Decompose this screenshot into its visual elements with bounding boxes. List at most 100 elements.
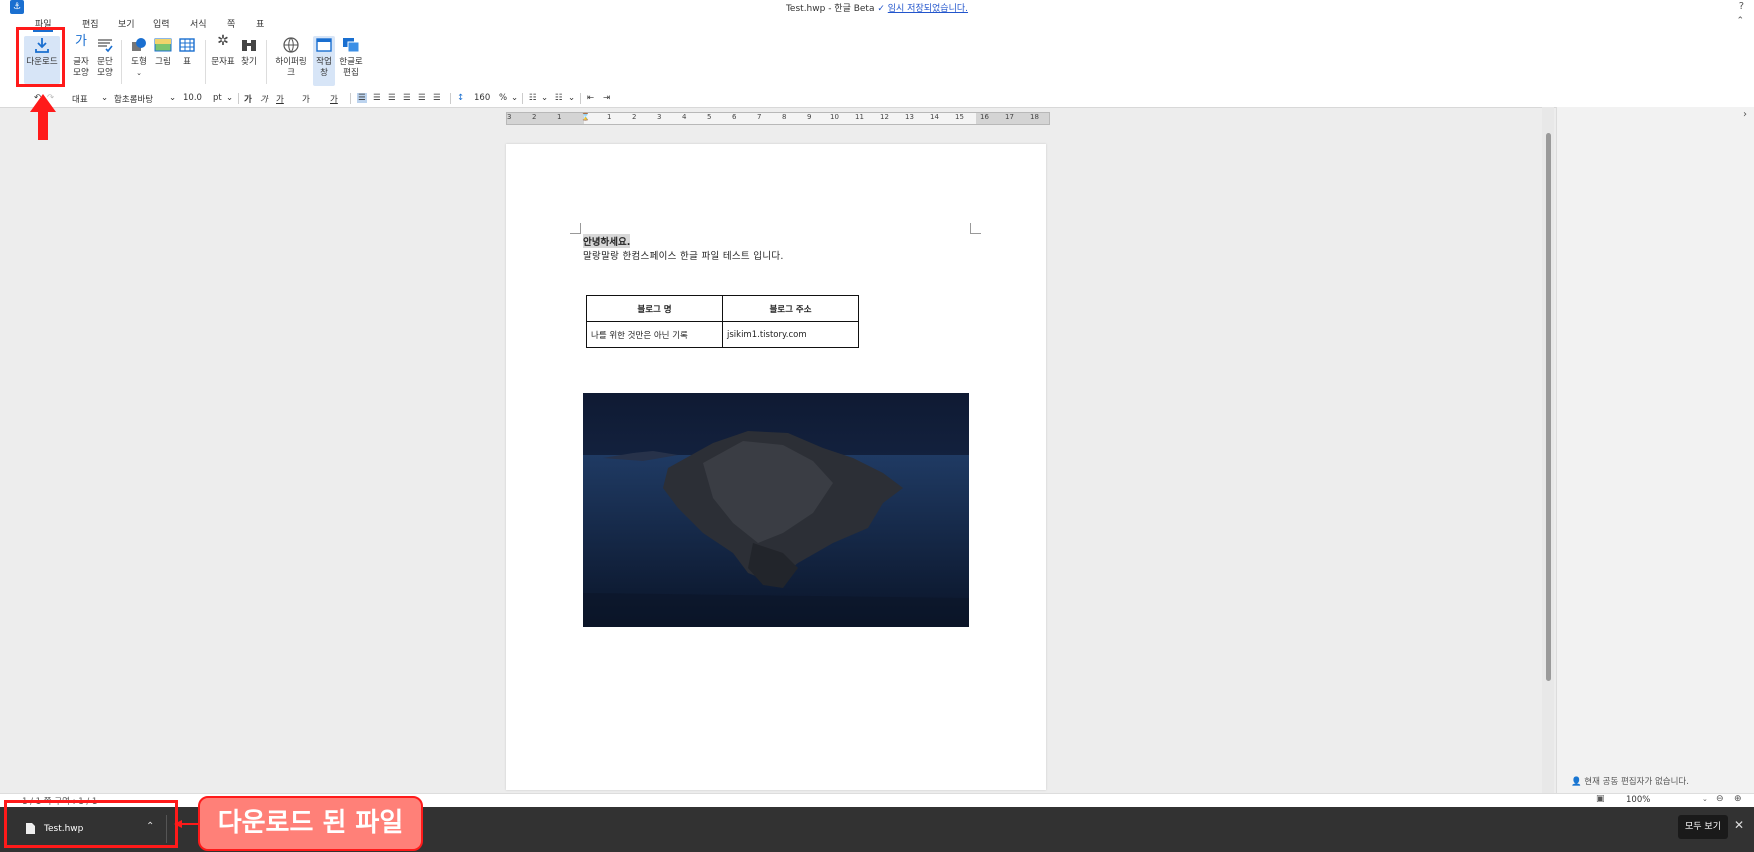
menu-page[interactable]: 쪽 [227, 17, 235, 30]
table-header-cell[interactable]: 블로그 명 [586, 295, 723, 322]
hangul-edit-label-1: 한글로 [339, 57, 363, 67]
doc-island-photo[interactable] [583, 393, 969, 627]
ruler-number: 11 [855, 113, 864, 121]
table-row: 나를 위한 것만은 아닌 기록 jsikim1.tistory.com [586, 321, 859, 348]
style-select[interactable]: 대표 [72, 93, 88, 105]
menu-insert[interactable]: 입력 [153, 17, 170, 30]
font-size-input[interactable]: 10.0 [183, 93, 202, 103]
menu-format[interactable]: 서식 [190, 17, 207, 30]
table-header-cell[interactable]: 블로그 주소 [722, 295, 859, 322]
font-select[interactable]: 함초롬바탕 [114, 93, 153, 105]
line-spacing-unit[interactable]: % [499, 93, 507, 103]
annotation-arrow-left-icon [174, 820, 200, 828]
indent-decrease-icon[interactable]: ⇤ [587, 93, 594, 103]
ruler-number: 17 [1005, 113, 1014, 121]
chevron-down-icon[interactable]: ⌄ [568, 93, 575, 103]
close-icon[interactable]: ✕ [1734, 818, 1744, 832]
menu-table[interactable]: 표 [256, 17, 264, 30]
align-distribute-icon[interactable]: ☰ [418, 93, 426, 103]
symbol-label: 문자표 [211, 57, 235, 67]
table-button[interactable]: 표 [176, 36, 198, 68]
doc-body-line[interactable]: 말랑말랑 한컴스페이스 한글 파일 테스트 입니다. [583, 248, 784, 262]
zoom-out-icon[interactable]: ⊖ [1716, 794, 1724, 804]
menu-edit[interactable]: 편집 [82, 17, 99, 30]
island-photo-graphic [583, 393, 969, 627]
ruler-number: 3 [507, 113, 512, 121]
bullet-list-icon[interactable]: ☷ [555, 93, 563, 103]
find-button[interactable]: 찾기 [238, 36, 260, 68]
collapse-ribbon-icon[interactable]: ⌃ [1736, 16, 1744, 26]
chevron-right-icon[interactable]: › [1743, 109, 1747, 120]
task-pane-label-2: 창 [320, 68, 328, 78]
save-status-link[interactable]: 임시 저장되었습니다. [888, 4, 968, 14]
picture-label: 그림 [155, 57, 171, 67]
para-shape-label-2: 모양 [97, 68, 113, 78]
toolbar-separator [238, 93, 239, 104]
align-right-icon[interactable]: ☰ [403, 93, 411, 103]
align-center-icon[interactable]: ☰ [388, 93, 396, 103]
zoom-in-icon[interactable]: ⊕ [1734, 794, 1742, 804]
doc-greeting-line[interactable]: 안녕하세요. [583, 234, 631, 248]
ruler-text-area [584, 113, 976, 124]
picture-button[interactable]: 그림 [152, 36, 174, 68]
hyperlink-label: 하이퍼링크 [275, 57, 307, 78]
menu-view[interactable]: 보기 [118, 17, 135, 30]
chevron-down-icon[interactable]: ⌄ [101, 93, 108, 103]
chevron-down-icon[interactable]: ⌄ [1702, 795, 1708, 803]
scrollbar-thumb[interactable] [1546, 133, 1551, 681]
toolbar-separator [450, 93, 451, 104]
task-pane-button[interactable]: 작업 창 [313, 36, 335, 86]
zoom-select[interactable]: 100% [1626, 795, 1650, 805]
text-color-icon[interactable]: 가 [330, 93, 338, 105]
hangul-edit-icon [343, 38, 360, 53]
chevron-down-icon[interactable]: ⌄ [226, 93, 233, 103]
indent-increase-icon[interactable]: ⇥ [603, 93, 610, 103]
chevron-down-icon[interactable]: ⌄ [169, 93, 176, 103]
help-icon[interactable]: ? [1739, 1, 1744, 12]
hyperlink-button[interactable]: 하이퍼링크 [272, 36, 310, 79]
hangul-edit-button[interactable]: 한글로 편집 [338, 36, 364, 79]
ruler-number: 8 [782, 113, 787, 121]
ruler-indent-marker[interactable]: ⌛ [581, 113, 590, 121]
show-all-button[interactable]: 모두 보기 [1678, 815, 1728, 839]
ruler-number: 4 [682, 113, 687, 121]
ruler-number: 16 [980, 113, 989, 121]
ruler-number: 7 [757, 113, 762, 121]
font-unit-select[interactable]: pt [213, 93, 222, 103]
format-toolbar: ↶ ↷ 대표 ⌄ 함초롬바탕 ⌄ 10.0 pt ⌄ 가 가 가 가 가 ☰ ☰… [0, 90, 1754, 108]
ruler-number: 1 [557, 113, 562, 121]
align-left-icon[interactable]: ☰ [373, 93, 381, 103]
doc-table[interactable]: 블로그 명 블로그 주소 나를 위한 것만은 아닌 기록 jsikim1.tis… [586, 295, 859, 348]
table-cell[interactable]: jsikim1.tistory.com [722, 321, 859, 348]
horizontal-ruler[interactable]: 3 2 1 ⌛ 1 2 3 4 5 6 7 8 9 10 11 12 13 14… [506, 112, 1050, 125]
line-spacing-input[interactable]: 160 [474, 93, 490, 103]
chevron-down-icon[interactable]: ⌄ [541, 93, 548, 103]
line-spacing-icon[interactable]: ↕ [457, 93, 464, 103]
margin-corner-mark [970, 223, 981, 234]
chevron-down-icon[interactable]: ⌄ [511, 93, 518, 103]
table-cell[interactable]: 나를 위한 것만은 아닌 기록 [586, 321, 723, 348]
numbered-list-icon[interactable]: ☷ [529, 93, 537, 103]
document-page[interactable]: 안녕하세요. 말랑말랑 한컴스페이스 한글 파일 테스트 입니다. 블로그 명 … [506, 144, 1046, 790]
underline-icon[interactable]: 가 [276, 93, 284, 105]
bold-icon[interactable]: 가 [244, 93, 252, 105]
page-view-icon[interactable]: ▣ [1596, 794, 1605, 804]
ruler-number: 13 [905, 113, 914, 121]
char-shape-icon: 가 [75, 34, 87, 49]
para-shape-button[interactable]: 문단 모양 [94, 36, 116, 79]
italic-icon[interactable]: 가 [260, 93, 268, 105]
ruler-number: 18 [1030, 113, 1039, 121]
ribbon-separator [266, 40, 267, 84]
symbol-button[interactable]: ✲ 문자표 [210, 34, 236, 68]
check-icon: ✓ [877, 4, 888, 14]
shape-label: 도형 [131, 57, 147, 67]
strikethrough-icon[interactable]: 가 [302, 93, 310, 105]
toolbar-separator [522, 93, 523, 104]
char-shape-button[interactable]: 가 글자 모양 [70, 34, 92, 79]
shape-button[interactable]: 도형 ⌄ [128, 36, 150, 79]
coeditor-status: 👤 현재 공동 편집자가 없습니다. [1571, 775, 1689, 787]
align-justify-icon[interactable]: ☰ [357, 93, 367, 103]
vertical-scrollbar[interactable] [1542, 107, 1554, 793]
ruler-number: 12 [880, 113, 889, 121]
align-divide-icon[interactable]: ☰ [433, 93, 441, 103]
